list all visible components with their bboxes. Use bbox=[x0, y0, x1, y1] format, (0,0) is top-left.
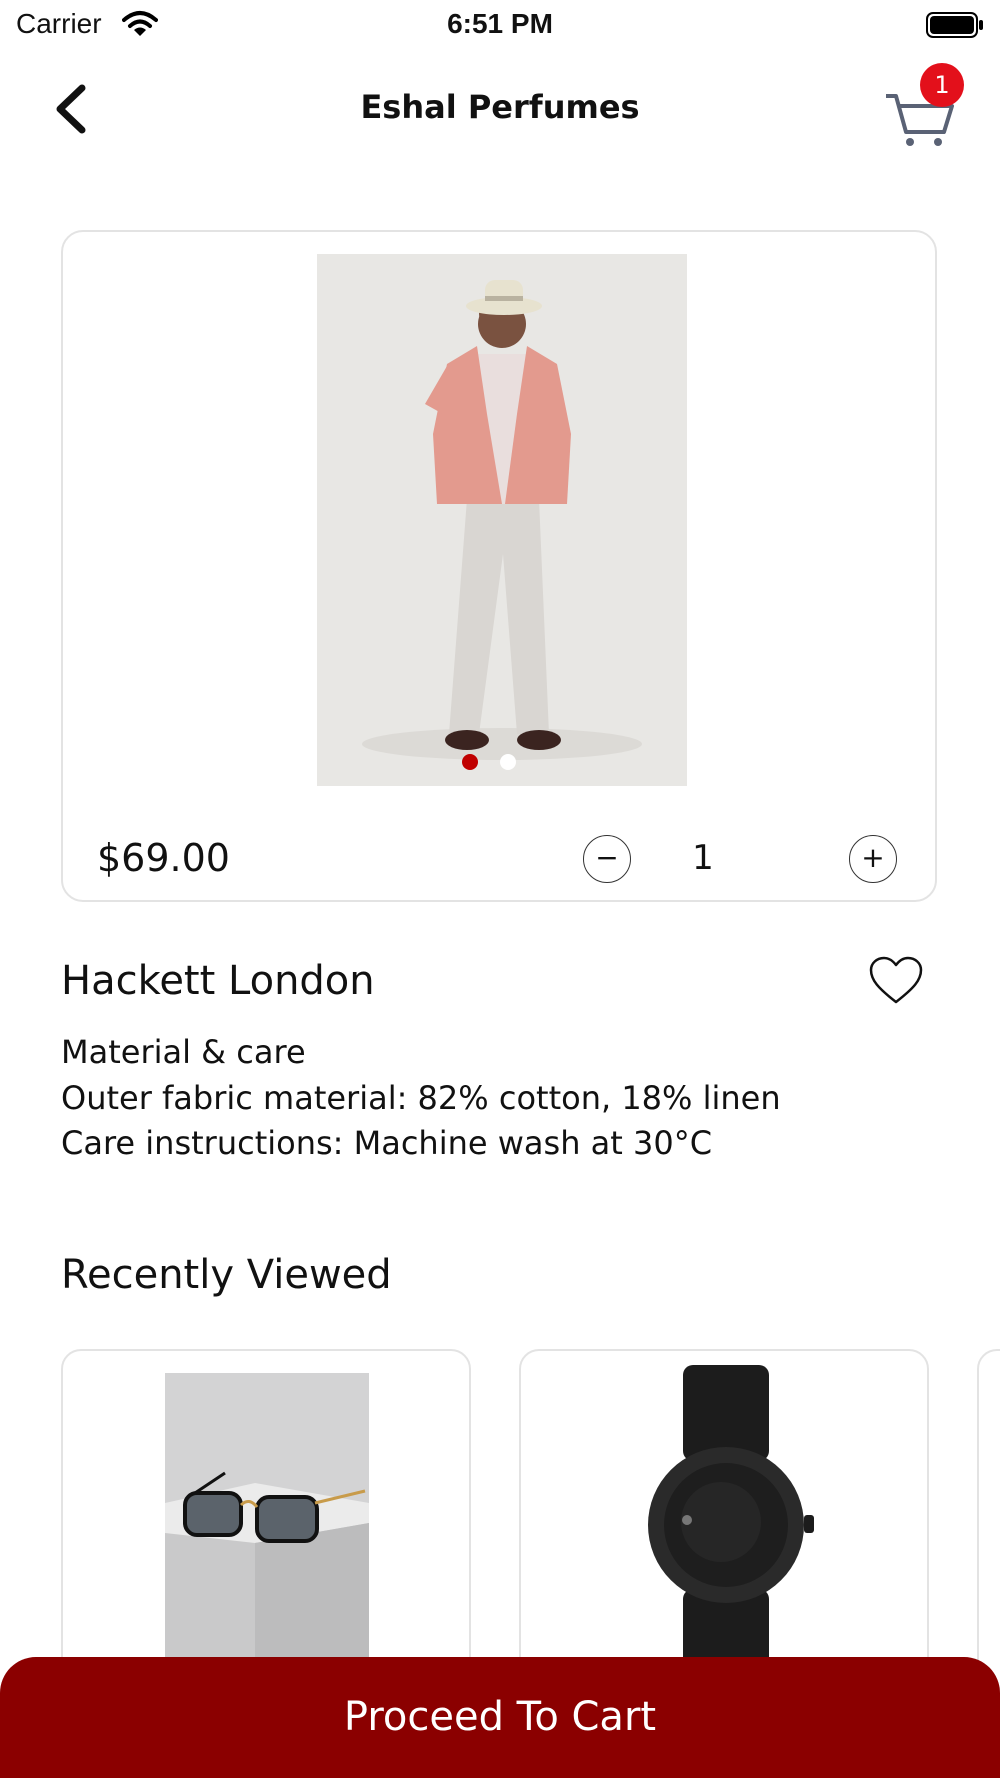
product-price: $69.00 bbox=[97, 836, 230, 880]
description-line: Care instructions: Machine wash at 30°C bbox=[61, 1124, 713, 1162]
status-bar: Carrier 6:51 PM bbox=[0, 0, 1000, 52]
description-line: Outer fabric material: 82% cotton, 18% l… bbox=[61, 1079, 781, 1117]
heart-icon bbox=[869, 956, 923, 1004]
page-title: Eshal Perfumes bbox=[360, 88, 640, 126]
model-photo bbox=[317, 254, 687, 786]
product-image[interactable] bbox=[317, 254, 687, 786]
product-card: $69.00 − 1 + bbox=[61, 230, 937, 902]
sunglasses-photo bbox=[165, 1373, 369, 1687]
recent-item-sunglasses[interactable] bbox=[61, 1349, 471, 1689]
quantity-decrease-button[interactable]: − bbox=[583, 835, 631, 883]
watch-photo bbox=[601, 1365, 851, 1685]
carousel-dot-active[interactable] bbox=[462, 754, 478, 770]
carousel-dot[interactable] bbox=[500, 754, 516, 770]
battery-icon bbox=[926, 12, 983, 38]
recently-viewed-title: Recently Viewed bbox=[61, 1252, 392, 1298]
proceed-to-cart-button[interactable]: Proceed To Cart bbox=[0, 1657, 1000, 1778]
recent-item-watch[interactable] bbox=[519, 1349, 929, 1689]
quantity-value: 1 bbox=[692, 838, 714, 878]
quantity-increase-button[interactable]: + bbox=[849, 835, 897, 883]
recent-item-partial[interactable] bbox=[977, 1349, 1000, 1689]
description-line: Material & care bbox=[61, 1033, 306, 1071]
nav-bar: Eshal Perfumes bbox=[0, 60, 1000, 160]
status-time: 6:51 PM bbox=[447, 8, 553, 39]
product-name: Hackett London bbox=[61, 958, 375, 1004]
cart-count-badge: 1 bbox=[920, 63, 964, 107]
favorite-button[interactable] bbox=[868, 956, 924, 1006]
